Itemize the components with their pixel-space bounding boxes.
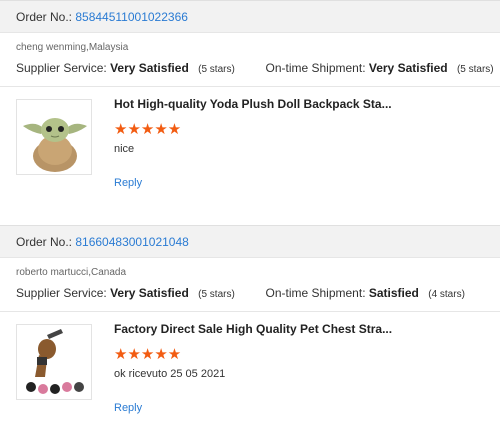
service-ratings: Supplier Service: Very Satisfied (5 star… xyxy=(0,60,500,76)
review-card: Order No.: 81660483001021048 roberto mar… xyxy=(0,225,500,430)
supplier-service-value: Very Satisfied xyxy=(110,61,189,75)
product-title[interactable]: Hot High-quality Yoda Plush Doll Backpac… xyxy=(114,97,392,111)
supplier-service-label: Supplier Service: xyxy=(16,61,107,75)
shipment-stars: (4 stars) xyxy=(428,289,465,300)
product-review: Hot High-quality Yoda Plush Doll Backpac… xyxy=(0,87,500,205)
star-rating: ★★★★★ xyxy=(114,121,182,138)
product-review: Factory Direct Sale High Quality Pet Che… xyxy=(0,312,500,430)
supplier-service-stars: (5 stars) xyxy=(198,289,235,300)
order-bar: Order No.: 85844511001022366 xyxy=(0,1,500,33)
order-label: Order No.: xyxy=(16,235,76,249)
shipment-label: On-time Shipment: xyxy=(265,286,366,300)
review-card: Order No.: 85844511001022366 cheng wenmi… xyxy=(0,0,500,205)
shipment-stars: (5 stars) xyxy=(456,64,494,75)
reply-link[interactable]: Reply xyxy=(114,402,142,414)
reply-link[interactable]: Reply xyxy=(114,177,142,189)
order-number-link[interactable]: 81660483001021048 xyxy=(75,235,188,249)
shipment-value: Very Satisfied xyxy=(368,61,448,75)
review-comment: ok ricevuto 25 05 2021 xyxy=(114,368,226,380)
order-number-link[interactable]: 85844511001022366 xyxy=(75,10,188,24)
order-bar: Order No.: 81660483001021048 xyxy=(0,226,500,258)
service-ratings: Supplier Service: Very Satisfied (5 star… xyxy=(0,285,500,301)
shipment-value: Satisfied xyxy=(368,286,419,300)
supplier-service-value: Very Satisfied xyxy=(110,286,189,300)
star-rating: ★★★★★ xyxy=(114,346,182,363)
review-comment: nice xyxy=(114,143,135,155)
yoda-plush-image[interactable] xyxy=(16,99,92,175)
supplier-service-label: Supplier Service: xyxy=(16,286,107,300)
supplier-service-stars: (5 stars) xyxy=(198,64,235,75)
dog-harness-image[interactable] xyxy=(16,324,92,400)
buyer-name: roberto martucci,Canada xyxy=(16,267,127,278)
product-title[interactable]: Factory Direct Sale High Quality Pet Che… xyxy=(114,322,392,336)
buyer-name: cheng wenming,Malaysia xyxy=(16,42,129,53)
order-label: Order No.: xyxy=(16,10,76,24)
shipment-label: On-time Shipment: xyxy=(265,61,366,75)
